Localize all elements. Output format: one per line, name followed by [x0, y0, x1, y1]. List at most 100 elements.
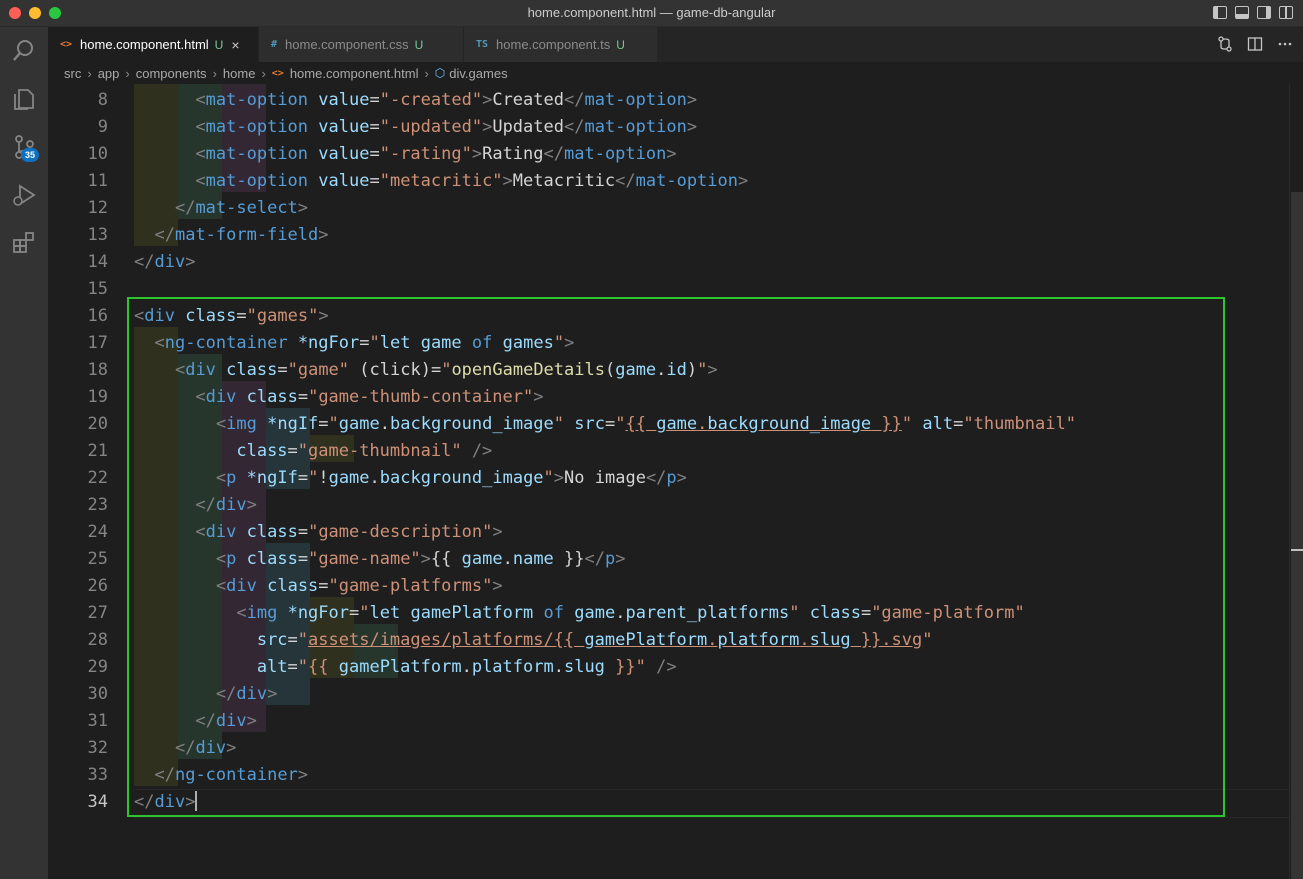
- code-text: </div>: [215, 684, 278, 704]
- line-number: 23: [87, 495, 108, 515]
- code-text: <mat-option value="-rating">Rating</mat-…: [195, 144, 677, 164]
- vertical-scrollbar[interactable]: [1289, 84, 1303, 879]
- code-line: 27 <img *ngFor="let gamePlatform of game…: [48, 600, 1289, 627]
- line-number: 26: [87, 576, 108, 596]
- line-number: 9: [97, 117, 108, 137]
- toggle-panel-icon[interactable]: [1235, 6, 1249, 19]
- extensions-icon[interactable]: [0, 219, 48, 267]
- code-line: 34 </div>: [48, 789, 1289, 816]
- chevron-right-icon: ›: [212, 65, 217, 81]
- explorer-icon[interactable]: [0, 75, 48, 123]
- code-text: <p class="game-name">{{ game.name }}</p>: [215, 549, 626, 569]
- code-text: </div>: [134, 791, 198, 812]
- code-text: <div class="games">: [134, 306, 329, 326]
- chevron-right-icon: ›: [424, 65, 429, 81]
- line-number: 20: [87, 414, 108, 434]
- code-line: 31 </div>: [48, 708, 1289, 735]
- breadcrumb-file[interactable]: home.component.html: [290, 66, 419, 81]
- line-number: 31: [87, 711, 108, 731]
- code-line: 25 <p class="game-name">{{ game.name }}<…: [48, 546, 1289, 573]
- scrollbar-thumb[interactable]: [1291, 192, 1303, 879]
- code-text: <img *ngFor="let gamePlatform of game.pa…: [236, 603, 1025, 623]
- code-editor[interactable]: 8 <mat-option value="-created">Created</…: [48, 84, 1289, 879]
- chevron-right-icon: ›: [87, 65, 92, 81]
- line-number: 17: [87, 333, 108, 353]
- code-text: <div class="game-description">: [195, 522, 503, 542]
- breadcrumb-components[interactable]: components: [136, 66, 207, 81]
- line-number: 18: [87, 360, 108, 380]
- code-line: 11 <mat-option value="metacritic">Metacr…: [48, 168, 1289, 195]
- chevron-right-icon: ›: [125, 65, 130, 81]
- tab-label: home.component.ts: [496, 37, 611, 52]
- run-debug-icon[interactable]: [0, 171, 48, 219]
- code-text: <mat-option value="metacritic">Metacriti…: [195, 171, 749, 191]
- code-line: 19 <div class="game-thumb-container">: [48, 384, 1289, 411]
- line-number: 32: [87, 738, 108, 758]
- line-number: 27: [87, 603, 108, 623]
- code-text: <mat-option value="-created">Created</ma…: [195, 90, 698, 110]
- open-changes-icon[interactable]: [1217, 36, 1233, 52]
- code-text: <ng-container *ngFor="let game of games"…: [154, 333, 575, 353]
- line-number: 22: [87, 468, 108, 488]
- code-line: 22 <p *ngIf="!game.background_image">No …: [48, 465, 1289, 492]
- customize-layout-icon[interactable]: [1279, 6, 1293, 19]
- toggle-secondary-sidebar-icon[interactable]: [1257, 6, 1271, 19]
- line-number: 8: [97, 90, 108, 110]
- window-title: home.component.html — game-db-angular: [527, 5, 776, 20]
- more-actions-icon[interactable]: [1277, 36, 1293, 52]
- code-text: </div>: [195, 495, 257, 515]
- code-line: 26 <div class="game-platforms">: [48, 573, 1289, 600]
- line-number: 16: [87, 306, 108, 326]
- untracked-status: U: [414, 37, 424, 52]
- line-number: 19: [87, 387, 108, 407]
- close-tab-icon[interactable]: ×: [231, 37, 239, 53]
- editor-tab-bar: <> home.component.html U × # home.compon…: [48, 27, 1303, 62]
- toggle-primary-sidebar-icon[interactable]: [1213, 6, 1227, 19]
- tab-label: home.component.html: [80, 37, 209, 52]
- code-text: </mat-select>: [174, 198, 309, 218]
- code-line: 10 <mat-option value="-rating">Rating</m…: [48, 141, 1289, 168]
- code-text: </mat-form-field>: [154, 225, 329, 245]
- code-line: 20 <img *ngIf="game.background_image" sr…: [48, 411, 1289, 438]
- code-line: 18 <div class="game" (click)="openGameDe…: [48, 357, 1289, 384]
- split-editor-icon[interactable]: [1247, 36, 1263, 52]
- title-bar: home.component.html — game-db-angular: [0, 0, 1303, 27]
- code-line: 29 alt="{{ gamePlatform.platform.slug }}…: [48, 654, 1289, 681]
- line-number: 11: [87, 171, 108, 191]
- code-line: 33 </ng-container>: [48, 762, 1289, 789]
- code-text: </div>: [134, 252, 196, 272]
- html-file-icon: <>: [271, 67, 284, 79]
- tab-home-component-html[interactable]: <> home.component.html U ×: [48, 27, 259, 62]
- chevron-right-icon: ›: [261, 65, 266, 81]
- code-text: alt="{{ gamePlatform.platform.slug }}" /…: [256, 657, 677, 677]
- code-line: 23 </div>: [48, 492, 1289, 519]
- untracked-status: U: [616, 37, 625, 52]
- code-line: 21 class="game-thumbnail" />: [48, 438, 1289, 465]
- code-line: 14 </div>: [48, 249, 1289, 276]
- code-line: 8 <mat-option value="-created">Created</…: [48, 87, 1289, 114]
- line-number: 15: [87, 279, 108, 299]
- code-text: <p *ngIf="!game.background_image">No ima…: [215, 468, 687, 488]
- line-number: 33: [87, 765, 108, 785]
- source-control-badge: 35: [21, 148, 39, 162]
- code-line: 24 <div class="game-description">: [48, 519, 1289, 546]
- code-text: class="game-thumbnail" />: [236, 441, 493, 461]
- breadcrumb-symbol[interactable]: div.games: [449, 66, 507, 81]
- code-text: <div class="game-platforms">: [215, 576, 503, 596]
- breadcrumb-app[interactable]: app: [98, 66, 120, 81]
- ts-file-icon: TS: [476, 39, 489, 50]
- code-line: 32 </div>: [48, 735, 1289, 762]
- source-control-icon[interactable]: [0, 123, 48, 171]
- text-cursor: [195, 791, 198, 811]
- tab-home-component-ts[interactable]: TS home.component.ts U: [464, 27, 658, 62]
- line-number: 25: [87, 549, 108, 569]
- html-file-icon: <>: [60, 39, 73, 50]
- code-text: </div>: [195, 711, 257, 731]
- tab-home-component-css[interactable]: # home.component.css U: [259, 27, 464, 62]
- code-text: <img *ngIf="game.background_image" src="…: [215, 414, 1076, 434]
- code-line: 15: [48, 276, 1289, 303]
- breadcrumb-src[interactable]: src: [64, 66, 81, 81]
- line-number: 29: [87, 657, 108, 677]
- breadcrumb-home[interactable]: home: [223, 66, 256, 81]
- search-icon[interactable]: [0, 27, 48, 75]
